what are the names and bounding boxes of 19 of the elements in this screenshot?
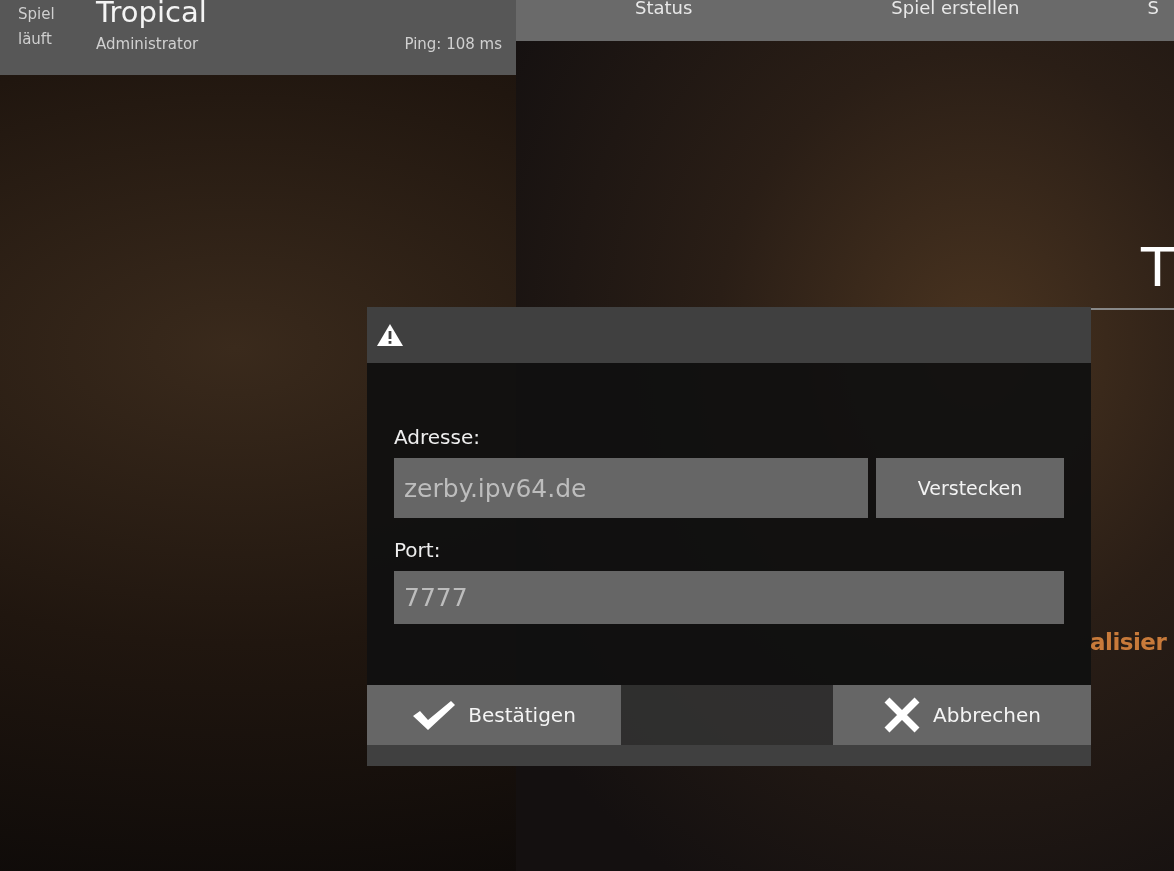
checkmark-icon <box>412 699 457 731</box>
tab[interactable]: Spiel erstellen <box>891 0 1020 17</box>
ping-text: Ping: 108 ms <box>404 35 502 53</box>
tab[interactable]: S <box>1147 0 1159 17</box>
game-title: Tropical <box>96 0 208 27</box>
game-status: Spiel läuft <box>18 4 56 50</box>
field-label: Adresse: <box>394 425 480 449</box>
input-field[interactable]: 7777 <box>394 571 1064 624</box>
tab[interactable]: Status <box>635 0 693 17</box>
player-role: Administrator <box>96 35 199 53</box>
stat-label: alisier <box>1090 628 1168 656</box>
server-title: T <box>1141 238 1174 298</box>
close-icon <box>883 696 922 734</box>
cancel-button[interactable]: Abbrechen <box>833 685 1091 745</box>
field-label: Port: <box>394 538 441 562</box>
warning-icon <box>376 323 404 347</box>
hide-button[interactable]: Verstecken <box>876 458 1064 518</box>
input-field[interactable]: zerby.ipv64.de <box>394 458 868 518</box>
confirm-button[interactable]: Bestätigen <box>367 685 621 745</box>
